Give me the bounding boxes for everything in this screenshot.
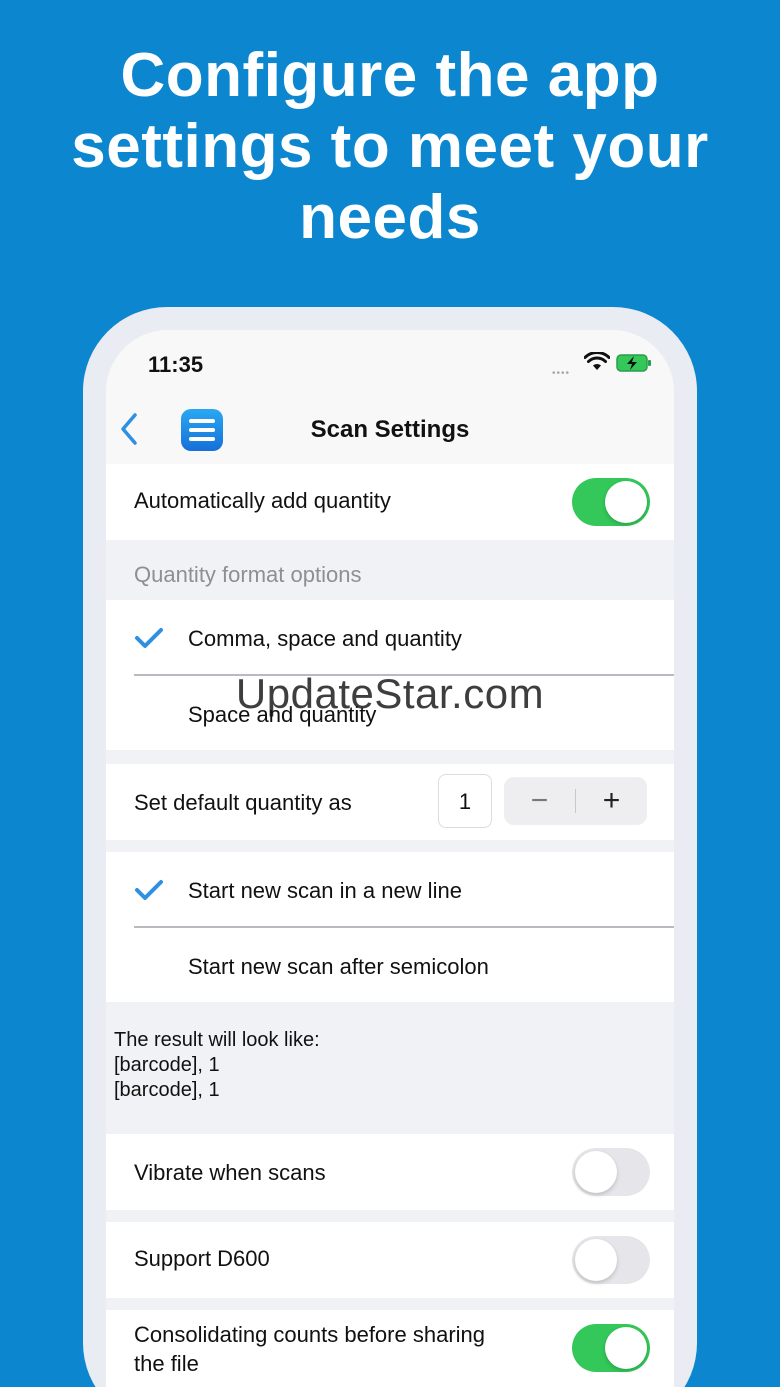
navigation-bar: Scan Settings xyxy=(106,394,674,464)
status-time: 11:35 xyxy=(148,352,204,377)
consolidate-label-line-2: the file xyxy=(134,1351,199,1376)
page-title: Scan Settings xyxy=(310,416,470,443)
default-quantity-row: Set default quantity as 1 − + xyxy=(106,764,674,840)
support-d600-row: Support D600 xyxy=(106,1222,674,1298)
result-preview: The result will look like: [barcode], 1 … xyxy=(114,1028,320,1103)
quantity-format-option-comma[interactable]: Comma, space and quantity xyxy=(106,600,674,675)
default-quantity-input[interactable]: 1 xyxy=(438,774,492,828)
toggle-knob xyxy=(605,1327,647,1369)
toggle-knob xyxy=(575,1151,617,1193)
option-label: Comma, space and quantity xyxy=(188,626,462,651)
result-preview-heading: The result will look like: xyxy=(114,1029,320,1051)
scan-option-new-line[interactable]: Start new scan in a new line xyxy=(106,852,674,927)
auto-add-quantity-label: Automatically add quantity xyxy=(134,488,391,513)
cellular-signal-icon: •••• xyxy=(552,368,571,379)
checkmark-icon xyxy=(135,628,163,648)
quantity-format-option-space[interactable]: Space and quantity xyxy=(106,676,674,750)
headline-line-1: Configure the app xyxy=(120,41,660,110)
consolidate-label: Consolidating counts before sharing the … xyxy=(134,1320,485,1378)
decrement-button[interactable]: − xyxy=(504,777,575,825)
consolidate-row: Consolidating counts before sharing the … xyxy=(106,1310,674,1387)
wifi-icon xyxy=(584,352,610,370)
result-preview-line: [barcode], 1 xyxy=(114,1079,220,1101)
checkmark-icon xyxy=(135,880,163,900)
consolidate-label-line-1: Consolidating counts before sharing xyxy=(134,1322,486,1347)
consolidate-toggle[interactable] xyxy=(572,1324,650,1372)
battery-charging-icon xyxy=(616,354,651,372)
vibrate-row: Vibrate when scans xyxy=(106,1134,674,1210)
toggle-knob xyxy=(605,481,647,523)
headline-line-3: needs xyxy=(299,183,481,252)
quantity-format-group: Comma, space and quantity Space and quan… xyxy=(106,600,674,750)
option-label: Space and quantity xyxy=(188,702,377,727)
toggle-knob xyxy=(575,1239,617,1281)
headline-line-2: settings to meet your xyxy=(71,112,709,181)
quantity-format-header: Quantity format options xyxy=(134,562,362,587)
option-label: Start new scan in a new line xyxy=(188,878,462,903)
vibrate-label: Vibrate when scans xyxy=(134,1160,326,1185)
increment-button[interactable]: + xyxy=(576,777,647,825)
support-d600-toggle[interactable] xyxy=(572,1236,650,1284)
scan-separator-group: Start new scan in a new line Start new s… xyxy=(106,852,674,1002)
quantity-stepper: − + xyxy=(504,777,647,825)
phone-screen: 11:35 •••• Scan Settings Automatically a… xyxy=(106,330,674,1387)
status-bar: 11:35 •••• xyxy=(106,330,674,394)
scan-option-semicolon[interactable]: Start new scan after semicolon xyxy=(106,928,674,1002)
auto-add-quantity-toggle[interactable] xyxy=(572,478,650,526)
default-quantity-label: Set default quantity as xyxy=(134,790,352,815)
result-preview-line: [barcode], 1 xyxy=(114,1054,220,1076)
option-label: Start new scan after semicolon xyxy=(188,954,489,979)
vibrate-toggle[interactable] xyxy=(572,1148,650,1196)
promo-headline: Configure the app settings to meet your … xyxy=(0,40,780,253)
support-d600-label: Support D600 xyxy=(134,1246,270,1271)
auto-add-quantity-row: Automatically add quantity xyxy=(106,464,674,540)
